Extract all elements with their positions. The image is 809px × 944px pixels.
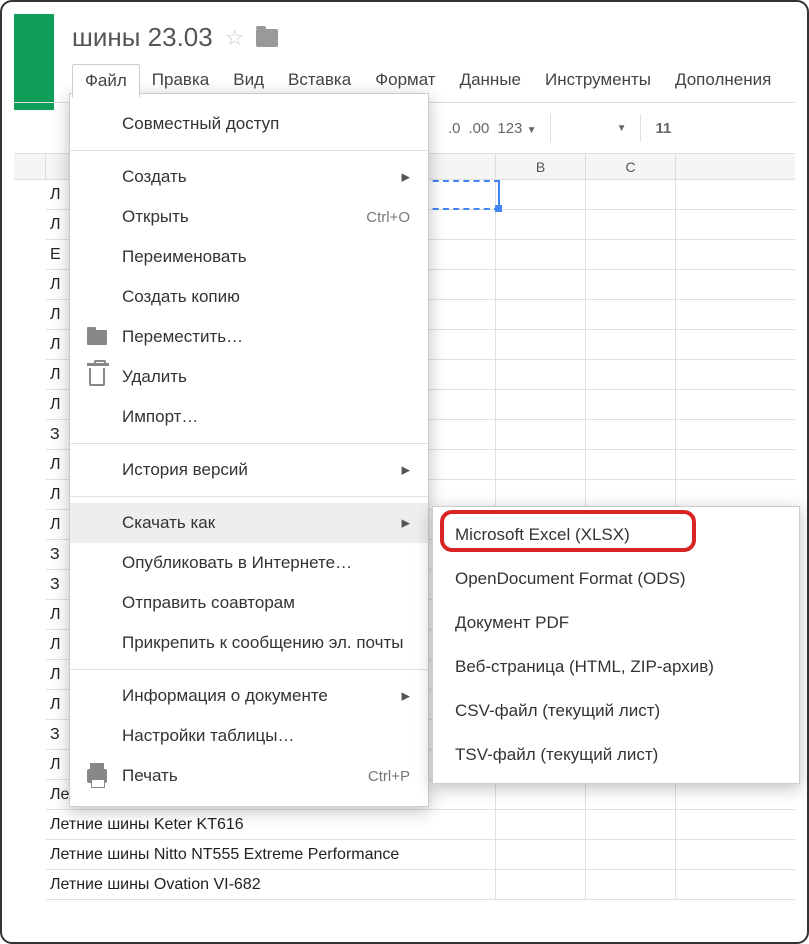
- submenu-item-xlsx[interactable]: Microsoft Excel (XLSX): [433, 513, 799, 557]
- table-row: Летние шины Keter KT616: [46, 810, 795, 840]
- print-icon: [86, 765, 108, 787]
- shortcut-label: Ctrl+O: [366, 209, 410, 226]
- font-size[interactable]: 11: [641, 114, 685, 142]
- select-all-corner[interactable]: [14, 154, 46, 180]
- decrease-decimal[interactable]: .0: [448, 120, 461, 137]
- font-selector[interactable]: ▼: [551, 114, 641, 142]
- folder-icon[interactable]: [256, 29, 278, 47]
- submenu-item-csv[interactable]: CSV-файл (текущий лист): [433, 689, 799, 733]
- submenu-item-html[interactable]: Веб-страница (HTML, ZIP-архив): [433, 645, 799, 689]
- menu-item-delete[interactable]: Удалить: [70, 357, 428, 397]
- chevron-right-icon: ▸: [401, 167, 410, 187]
- menu-item-doc-info[interactable]: Информация о документе▸: [70, 676, 428, 716]
- submenu-item-tsv[interactable]: TSV-файл (текущий лист): [433, 733, 799, 777]
- menu-item-attach-email[interactable]: Прикрепить к сообщению эл. почты: [70, 623, 428, 663]
- increase-decimal[interactable]: .00: [469, 120, 490, 137]
- menu-tools[interactable]: Инструменты: [533, 64, 663, 98]
- menu-item-version-history[interactable]: История версий▸: [70, 450, 428, 490]
- trash-icon: [86, 366, 108, 388]
- menu-item-settings[interactable]: Настройки таблицы…: [70, 716, 428, 756]
- shortcut-label: Ctrl+P: [368, 768, 410, 785]
- menu-item-import[interactable]: Импорт…: [70, 397, 428, 437]
- separator: [70, 496, 428, 497]
- menu-item-share[interactable]: Совместный доступ: [70, 104, 428, 144]
- col-header-c[interactable]: C: [586, 154, 676, 179]
- separator: [70, 443, 428, 444]
- menu-item-publish[interactable]: Опубликовать в Интернете…: [70, 543, 428, 583]
- file-menu-dropdown: Совместный доступ Создать▸ ОткрытьCtrl+O…: [69, 93, 429, 807]
- separator: [70, 669, 428, 670]
- title-bar: шины 23.03 ☆: [72, 22, 278, 53]
- menu-item-download-as[interactable]: Скачать как▸: [70, 503, 428, 543]
- menu-item-make-copy[interactable]: Создать копию: [70, 277, 428, 317]
- decimal-controls[interactable]: .0 .00 123 ▼: [434, 114, 551, 142]
- download-as-submenu: Microsoft Excel (XLSX) OpenDocument Form…: [432, 506, 800, 784]
- menu-item-email-collaborators[interactable]: Отправить соавторам: [70, 583, 428, 623]
- document-title[interactable]: шины 23.03: [72, 22, 213, 53]
- chevron-right-icon: ▸: [401, 460, 410, 480]
- chevron-right-icon: ▸: [401, 686, 410, 706]
- table-row: Летние шины Nitto NT555 Extreme Performa…: [46, 840, 795, 870]
- folder-icon: [86, 326, 108, 348]
- menu-item-open[interactable]: ОткрытьCtrl+O: [70, 197, 428, 237]
- submenu-item-pdf[interactable]: Документ PDF: [433, 601, 799, 645]
- menu-item-print[interactable]: ПечатьCtrl+P: [70, 756, 428, 796]
- submenu-item-ods[interactable]: OpenDocument Format (ODS): [433, 557, 799, 601]
- star-icon[interactable]: ☆: [225, 25, 245, 51]
- menu-data[interactable]: Данные: [448, 64, 533, 98]
- separator: [70, 150, 428, 151]
- table-row: Летние шины Ovation VI-682: [46, 870, 795, 900]
- chevron-right-icon: ▸: [401, 513, 410, 533]
- menu-item-create[interactable]: Создать▸: [70, 157, 428, 197]
- number-format[interactable]: 123 ▼: [497, 120, 536, 137]
- brand-accent: [14, 14, 54, 110]
- menu-addons[interactable]: Дополнения: [663, 64, 783, 98]
- menu-file[interactable]: Файл: [72, 64, 140, 98]
- col-header-b[interactable]: B: [496, 154, 586, 179]
- menu-item-rename[interactable]: Переименовать: [70, 237, 428, 277]
- menu-item-move[interactable]: Переместить…: [70, 317, 428, 357]
